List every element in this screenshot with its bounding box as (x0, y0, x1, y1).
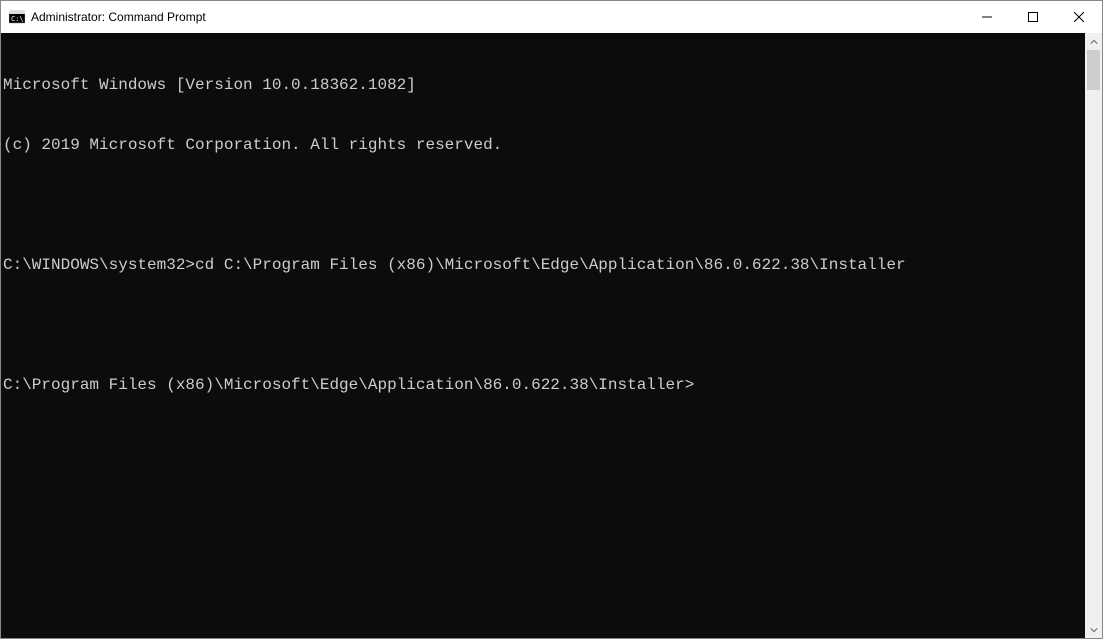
app-icon: C:\ (9, 9, 25, 25)
svg-text:C:\: C:\ (11, 15, 24, 23)
titlebar[interactable]: C:\ Administrator: Command Prompt (1, 1, 1102, 33)
terminal-line: Microsoft Windows [Version 10.0.18362.10… (3, 75, 1085, 95)
terminal-line (3, 195, 1085, 215)
scroll-thumb[interactable] (1087, 50, 1100, 90)
window-controls (964, 1, 1102, 33)
scroll-up-icon[interactable] (1085, 33, 1102, 50)
minimize-button[interactable] (964, 1, 1010, 33)
scroll-down-icon[interactable] (1085, 621, 1102, 638)
terminal-line (3, 315, 1085, 335)
maximize-button[interactable] (1010, 1, 1056, 33)
terminal-line: C:\Program Files (x86)\Microsoft\Edge\Ap… (3, 375, 1085, 395)
window-title: Administrator: Command Prompt (31, 10, 964, 24)
terminal-line: C:\WINDOWS\system32>cd C:\Program Files … (3, 255, 1085, 275)
command-prompt-window: C:\ Administrator: Command Prompt Micros… (0, 0, 1103, 639)
vertical-scrollbar[interactable] (1085, 33, 1102, 638)
terminal-output[interactable]: Microsoft Windows [Version 10.0.18362.10… (1, 33, 1085, 638)
scroll-track[interactable] (1085, 50, 1102, 621)
close-button[interactable] (1056, 1, 1102, 33)
terminal-line: (c) 2019 Microsoft Corporation. All righ… (3, 135, 1085, 155)
content-area: Microsoft Windows [Version 10.0.18362.10… (1, 33, 1102, 638)
